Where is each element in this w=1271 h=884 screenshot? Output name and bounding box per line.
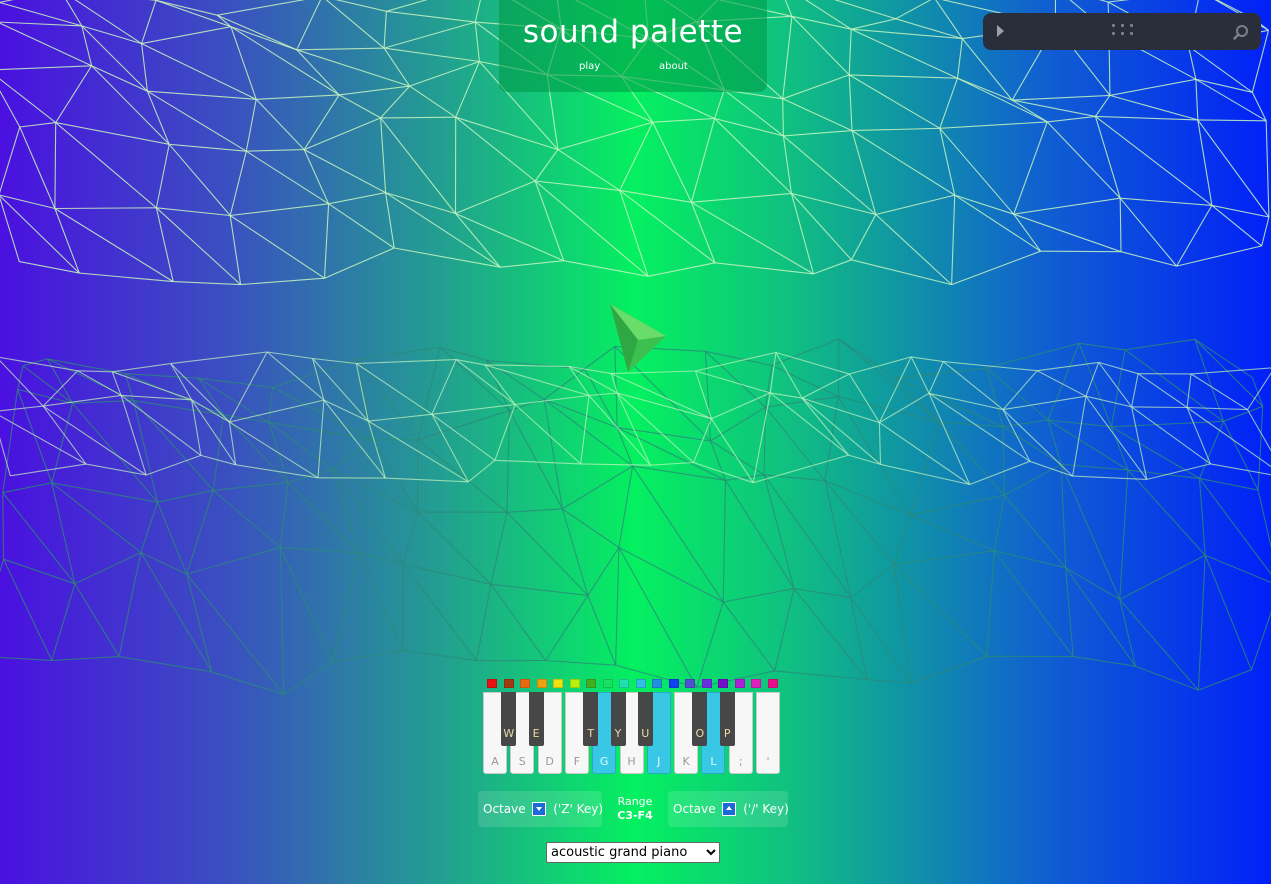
color-swatch[interactable] bbox=[668, 679, 679, 688]
black-key-label: Y bbox=[614, 727, 622, 740]
color-swatch[interactable] bbox=[701, 679, 712, 688]
nav-about-link[interactable]: about bbox=[659, 61, 688, 72]
black-key[interactable]: E bbox=[528, 692, 544, 746]
color-swatch[interactable] bbox=[503, 679, 514, 688]
black-key-label: W bbox=[503, 727, 515, 740]
color-swatch[interactable] bbox=[718, 679, 728, 688]
black-key-label: T bbox=[587, 727, 595, 740]
white-key-label: H bbox=[627, 755, 636, 768]
black-key[interactable]: O bbox=[692, 692, 708, 746]
range-display: Range C3-F4 bbox=[609, 795, 661, 822]
color-swatch[interactable] bbox=[586, 679, 596, 688]
white-key[interactable]: ' bbox=[756, 692, 780, 774]
nav-play-link[interactable]: play bbox=[579, 61, 600, 72]
play-triangle-icon[interactable] bbox=[608, 302, 668, 374]
color-swatch[interactable] bbox=[520, 679, 530, 688]
header-panel: sound palette play about bbox=[499, 0, 767, 92]
range-value: C3-F4 bbox=[617, 809, 653, 822]
black-key[interactable]: Y bbox=[610, 692, 626, 746]
octave-up-shortcut: ('/' Key) bbox=[743, 802, 789, 816]
color-swatch[interactable] bbox=[602, 679, 613, 688]
octave-down-label: Octave bbox=[483, 802, 526, 816]
app-title: sound palette bbox=[522, 14, 744, 50]
black-key-label: O bbox=[695, 727, 705, 740]
octave-down-shortcut: ('Z' Key) bbox=[553, 802, 604, 816]
color-swatch[interactable] bbox=[652, 679, 662, 688]
octave-down-button[interactable]: Octave ('Z' Key) bbox=[478, 791, 604, 827]
color-swatch[interactable] bbox=[767, 679, 778, 688]
white-key-label: S bbox=[518, 755, 526, 768]
white-key-label: G bbox=[599, 755, 609, 768]
white-key-label: ' bbox=[766, 755, 770, 768]
color-swatch[interactable] bbox=[619, 679, 629, 688]
black-key[interactable]: W bbox=[501, 692, 517, 746]
white-key-label: L bbox=[710, 755, 717, 768]
drag-grip-icon[interactable] bbox=[1112, 24, 1134, 38]
magnifier-icon[interactable] bbox=[1233, 24, 1249, 40]
color-swatch[interactable] bbox=[751, 679, 761, 688]
black-key[interactable]: P bbox=[719, 692, 735, 746]
play-icon[interactable] bbox=[997, 25, 1004, 37]
white-key-label: K bbox=[682, 755, 690, 768]
white-key-label: J bbox=[657, 755, 661, 768]
mini-player bbox=[983, 13, 1261, 50]
color-swatch[interactable] bbox=[685, 679, 695, 688]
black-key[interactable]: T bbox=[583, 692, 599, 746]
instrument-select[interactable]: acoustic grand piano bbox=[546, 842, 720, 863]
range-label: Range bbox=[617, 795, 653, 808]
octave-up-button[interactable]: Octave ('/' Key) bbox=[668, 791, 789, 827]
white-key-label: ; bbox=[738, 755, 743, 768]
octave-up-label: Octave bbox=[673, 802, 716, 816]
black-key-label: P bbox=[723, 727, 731, 740]
color-swatch[interactable] bbox=[635, 679, 646, 688]
black-key-label: E bbox=[532, 727, 540, 740]
color-swatch[interactable] bbox=[536, 679, 547, 688]
piano-keyboard: A S D F G H J K L; ' W E T Y U O P bbox=[483, 692, 783, 776]
white-key-label: A bbox=[491, 755, 499, 768]
color-swatch[interactable] bbox=[569, 679, 580, 688]
color-swatch[interactable] bbox=[553, 679, 563, 688]
black-key-label: U bbox=[641, 727, 650, 740]
white-key-label: D bbox=[545, 755, 554, 768]
white-key-label: F bbox=[573, 755, 581, 768]
arrow-up-icon bbox=[722, 801, 737, 816]
arrow-down-icon bbox=[532, 801, 547, 816]
color-swatch[interactable] bbox=[734, 679, 745, 688]
black-key[interactable]: U bbox=[637, 692, 653, 746]
color-swatch[interactable] bbox=[487, 679, 497, 688]
